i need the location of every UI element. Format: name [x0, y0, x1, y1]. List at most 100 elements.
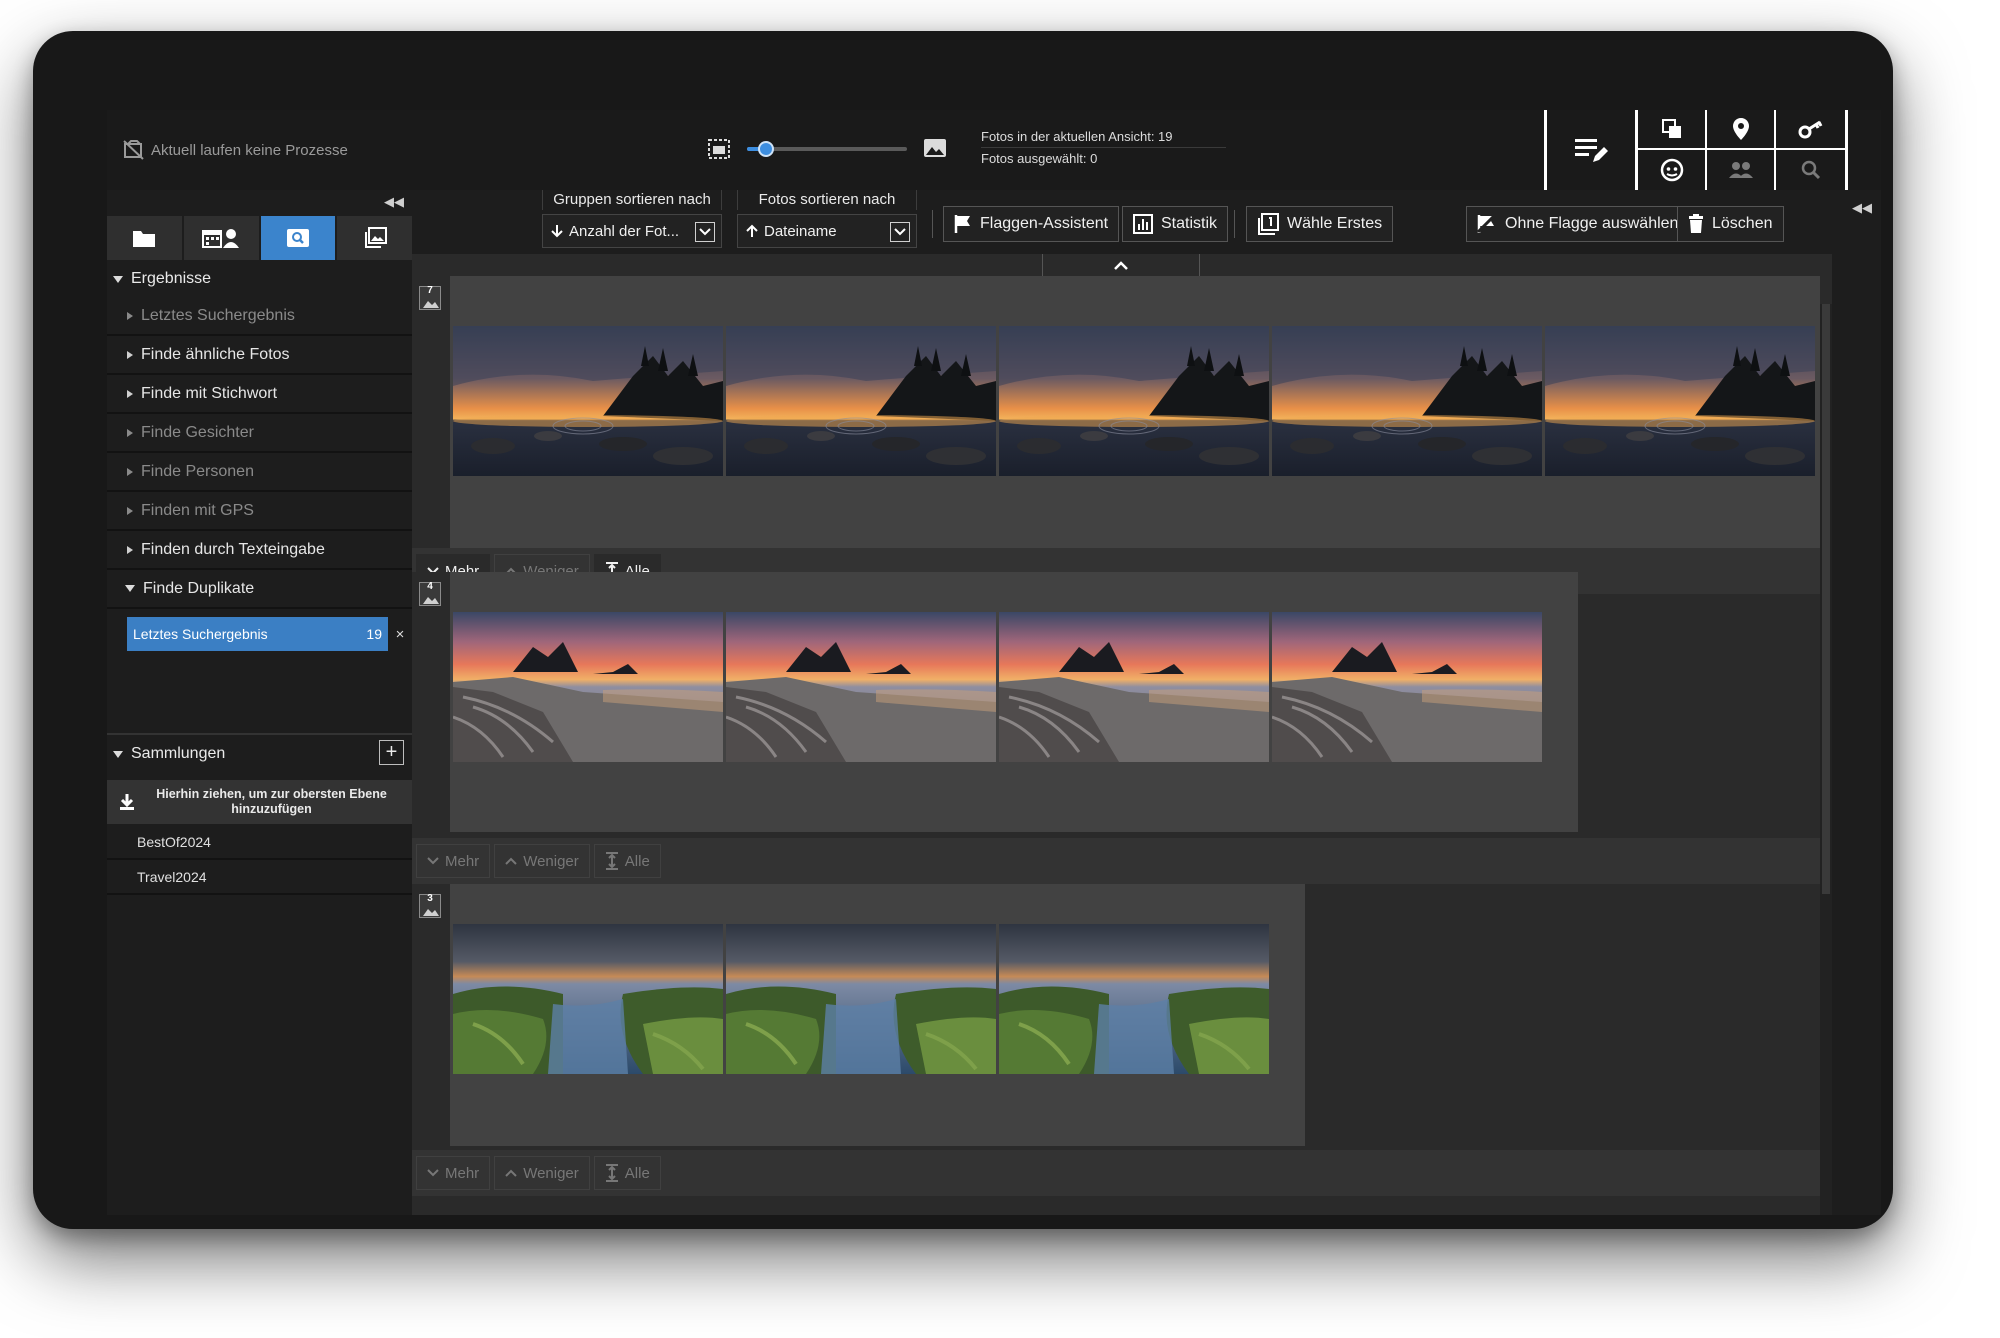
flag-assistant-button[interactable]: Flaggen-Assistent [943, 206, 1120, 242]
photo-sort-title: Fotos sortieren nach [737, 190, 917, 210]
show-all-button[interactable]: Alle [593, 844, 661, 878]
sidebar-item-gps[interactable]: Finden mit GPS [107, 492, 412, 531]
results-header[interactable]: Ergebnisse [107, 262, 412, 296]
sidebar-item-label: Finden mit GPS [141, 501, 254, 519]
chevron-down-icon[interactable] [695, 222, 715, 242]
photo-thumbnail[interactable] [1545, 326, 1815, 476]
bar-chart-icon [1133, 214, 1153, 234]
group-controls: Mehr Weniger Alle [412, 1150, 1820, 1196]
photo-thumbnail[interactable] [999, 924, 1269, 1074]
duplicates-last-result[interactable]: Letztes Suchergebnis 19 × [127, 617, 412, 651]
more-button-label: Mehr [445, 1164, 480, 1182]
small-thumbnail-icon[interactable] [707, 138, 731, 160]
show-all-button-label: Alle [624, 852, 650, 870]
sidebar-item-label: Letztes Suchergebnis [141, 306, 295, 324]
sidebar-item-faces[interactable]: Finde Gesichter [107, 414, 412, 453]
duplicate-group: 7 Mehr Weniger Alle [412, 276, 1820, 594]
photo-thumbnail[interactable] [1272, 326, 1542, 476]
app-screen: Aktuell laufen keine Prozesse Fotos in d… [107, 110, 1881, 1215]
search-icon [1801, 160, 1820, 180]
collections-header[interactable]: Sammlungen [107, 737, 412, 771]
choose-first-button[interactable]: Wähle Erstes [1246, 206, 1394, 242]
scrollbar-thumb[interactable] [1822, 304, 1830, 894]
duplicates-view-button[interactable] [1638, 110, 1707, 150]
photo-thumbnail[interactable] [999, 612, 1269, 762]
photo-thumbnail[interactable] [726, 612, 996, 762]
photo-thumbnail[interactable] [453, 924, 723, 1074]
sidebar-item-label: Finde ähnliche Fotos [141, 345, 290, 363]
drop-zone[interactable]: Hierhin ziehen, um zur obersten Ebene hi… [107, 780, 412, 824]
collection-item[interactable]: BestOf2024 [107, 826, 412, 860]
view-info: Fotos in der aktuellen Ansicht: 19 Fotos… [981, 126, 1226, 169]
top-bar: Aktuell laufen keine Prozesse Fotos in d… [107, 110, 1881, 190]
collapse-right-icon[interactable]: ◀◀ [1852, 200, 1872, 216]
group-controls: Mehr Weniger Alle [412, 838, 1820, 884]
photo-thumbnail[interactable] [453, 612, 723, 762]
add-collection-button[interactable]: + [379, 740, 404, 765]
large-thumbnail-icon[interactable] [923, 137, 947, 159]
collapsed-triangle-icon [127, 311, 133, 320]
keyword-view-button[interactable] [1776, 110, 1845, 150]
people-view-button[interactable] [1707, 150, 1776, 190]
collapsed-triangle-icon [127, 506, 133, 515]
drop-zone-hint: Hierhin ziehen, um zur obersten Ebene hi… [156, 787, 387, 816]
collapsed-triangle-icon [127, 467, 133, 476]
first-item-icon [1258, 213, 1279, 235]
less-button[interactable]: Weniger [494, 1156, 590, 1190]
duplicate-groups-view: 7 Mehr Weniger Alle 4 Mehr Weniger Alle … [412, 254, 1832, 1215]
statistics-button[interactable]: Statistik [1122, 206, 1229, 242]
chevron-down-icon[interactable] [890, 222, 910, 242]
tab-calendar-people[interactable] [183, 216, 259, 260]
photo-thumbnail[interactable] [1272, 612, 1542, 762]
divider [932, 210, 933, 238]
zoom-slider-knob[interactable] [758, 141, 775, 157]
photo-thumbnail[interactable] [999, 326, 1269, 476]
less-button[interactable]: Weniger [494, 844, 590, 878]
select-unflagged-label: Ohne Flagge auswählen [1505, 215, 1679, 232]
vertical-scrollbar[interactable] [1820, 304, 1832, 1215]
faces-view-button[interactable] [1638, 150, 1707, 190]
edit-list-button[interactable] [1544, 110, 1638, 190]
right-panel-strip [1852, 190, 1881, 1215]
sidebar-item-text-search[interactable]: Finden durch Texteingabe [107, 531, 412, 570]
photo-thumbnail[interactable] [453, 326, 723, 476]
more-button[interactable]: Mehr [416, 1156, 491, 1190]
tab-collections[interactable] [337, 216, 412, 260]
no-flag-icon [1477, 214, 1497, 234]
collapse-left-icon[interactable]: ◀◀ [384, 194, 404, 210]
photo-stack-icon [423, 301, 439, 308]
collapsed-triangle-icon [127, 389, 133, 398]
photo-thumbnail[interactable] [726, 326, 996, 476]
zoom-slider[interactable] [747, 141, 907, 157]
photo-thumbnail[interactable] [726, 924, 996, 1074]
show-all-button[interactable]: Alle [593, 1156, 661, 1190]
collections-icon [364, 227, 387, 248]
sidebar-item-similar-photos[interactable]: Finde ähnliche Fotos [107, 336, 412, 375]
group-thumbnail-panel [450, 884, 1305, 1146]
flag-assistant-label: Flaggen-Assistent [980, 215, 1109, 232]
group-count-label: 7 [427, 285, 433, 296]
less-button-label: Weniger [523, 852, 579, 870]
group-sort-select[interactable]: Anzahl der Fot... [542, 214, 722, 248]
more-button[interactable]: Mehr [416, 844, 491, 878]
copy-icon [1661, 119, 1681, 138]
sidebar-tabs [107, 216, 412, 260]
collection-item[interactable]: Travel2024 [107, 861, 412, 895]
trash-icon [1689, 214, 1703, 233]
sidebar-item-duplicates[interactable]: Finde Duplikate [107, 570, 412, 609]
tab-search[interactable] [260, 216, 336, 260]
photos-in-view: Fotos in der aktuellen Ansicht: 19 [981, 126, 1226, 148]
sidebar-item-keyword[interactable]: Finde mit Stichwort [107, 375, 412, 414]
duplicates-last-result-selected[interactable]: Letztes Suchergebnis 19 [127, 617, 388, 651]
delete-button[interactable]: Löschen [1677, 206, 1784, 242]
photo-sort-select[interactable]: Dateiname [737, 214, 917, 248]
map-view-button[interactable] [1707, 110, 1776, 150]
search-view-button[interactable] [1776, 150, 1845, 190]
tab-folders[interactable] [107, 216, 182, 260]
select-unflagged-button[interactable]: Ohne Flagge auswählen [1466, 206, 1690, 242]
collapse-toolbar-tab[interactable] [1042, 254, 1200, 276]
close-icon[interactable]: × [388, 626, 412, 643]
group-thumbnail-panel [450, 572, 1578, 832]
sidebar-item-persons[interactable]: Finde Personen [107, 453, 412, 492]
sidebar-item-last-result[interactable]: Letztes Suchergebnis [107, 297, 412, 336]
